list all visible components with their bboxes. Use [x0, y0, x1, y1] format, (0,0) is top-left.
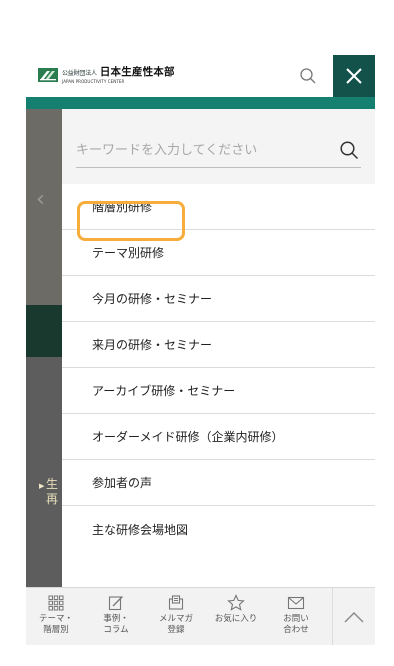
star-icon	[227, 594, 245, 611]
menu-item-this-month-seminars[interactable]: 今月の研修・セミナー	[62, 276, 375, 322]
nav-favorites[interactable]: お気に入り	[206, 588, 266, 645]
logo-english-name: JAPAN PRODUCTIVITY CENTER	[62, 78, 125, 84]
background-page: ‹ ▶ 生 再	[26, 109, 62, 645]
nav-case-column[interactable]: 事例・ コラム	[86, 588, 146, 645]
close-menu-button[interactable]	[333, 55, 375, 97]
chevron-left-icon: ‹	[36, 187, 45, 212]
nav-newsletter-register[interactable]: メルマガ 登録	[146, 588, 206, 645]
menu-item-label: 参加者の声	[92, 476, 153, 490]
background-text: 生 再	[46, 477, 59, 506]
menu-item-label: オーダーメイド研修（企業内研修）	[92, 430, 284, 444]
chevron-up-icon	[344, 612, 364, 623]
mail-icon	[287, 596, 305, 610]
menu-item-label: アーカイブ研修・セミナー	[92, 384, 236, 398]
menu-item-label: 今月の研修・セミナー	[92, 292, 213, 306]
nav-label: お気に入り	[214, 614, 258, 624]
edit-icon	[108, 596, 123, 611]
keyword-search-input[interactable]	[76, 134, 361, 168]
header-search-button[interactable]	[296, 64, 320, 88]
logo-mark	[38, 68, 58, 83]
menu-search-area	[62, 109, 375, 184]
mail-register-icon	[168, 595, 184, 610]
grid-icon	[48, 595, 64, 611]
search-icon	[300, 68, 316, 84]
nav-label: メルマガ 登録	[158, 614, 193, 635]
search-icon	[340, 141, 359, 160]
focus-highlight	[77, 201, 185, 241]
menu-search-button[interactable]	[338, 139, 360, 161]
logo-prefix: 公益財団法人	[62, 70, 97, 77]
nav-label: お問い 合わせ	[283, 614, 309, 635]
menu-item-custom-training[interactable]: オーダーメイド研修（企業内研修）	[62, 414, 375, 460]
bottom-nav: テーマ・ 階層別 事例・ コラム メルマガ 登録 お気に入り お問い 合わせ	[26, 587, 375, 645]
logo[interactable]: 公益財団法人 日本生産性本部 JAPAN PRODUCTIVITY CENTER	[38, 67, 175, 84]
nav-label: テーマ・ 階層別	[38, 614, 73, 635]
menu-item-venue-map[interactable]: 主な研修会場地図	[62, 506, 375, 552]
nav-label: 事例・ コラム	[103, 614, 129, 635]
menu-item-label: 来月の研修・セミナー	[92, 338, 213, 352]
background-band	[26, 305, 62, 357]
menu-item-label: テーマ別研修	[92, 246, 165, 260]
header-accent-bar	[26, 97, 375, 109]
nav-contact[interactable]: お問い 合わせ	[266, 588, 326, 645]
menu-panel: 階層別研修 テーマ別研修 今月の研修・セミナー 来月の研修・セミナー アーカイブ…	[62, 109, 375, 645]
menu-item-participant-voices[interactable]: 参加者の声	[62, 460, 375, 506]
nav-theme-hierarchy[interactable]: テーマ・ 階層別	[26, 588, 86, 645]
app-screen: 公益財団法人 日本生産性本部 JAPAN PRODUCTIVITY CENTER…	[26, 55, 375, 645]
menu-item-archive-seminars[interactable]: アーカイブ研修・セミナー	[62, 368, 375, 414]
bullet-icon: ▶	[39, 482, 45, 490]
close-icon	[346, 68, 362, 84]
header: 公益財団法人 日本生産性本部 JAPAN PRODUCTIVITY CENTER	[26, 55, 375, 97]
menu-item-next-month-seminars[interactable]: 来月の研修・セミナー	[62, 322, 375, 368]
menu-item-label: 主な研修会場地図	[92, 522, 189, 537]
scroll-to-top-button[interactable]	[332, 588, 375, 645]
logo-name: 日本生産性本部	[99, 66, 175, 78]
